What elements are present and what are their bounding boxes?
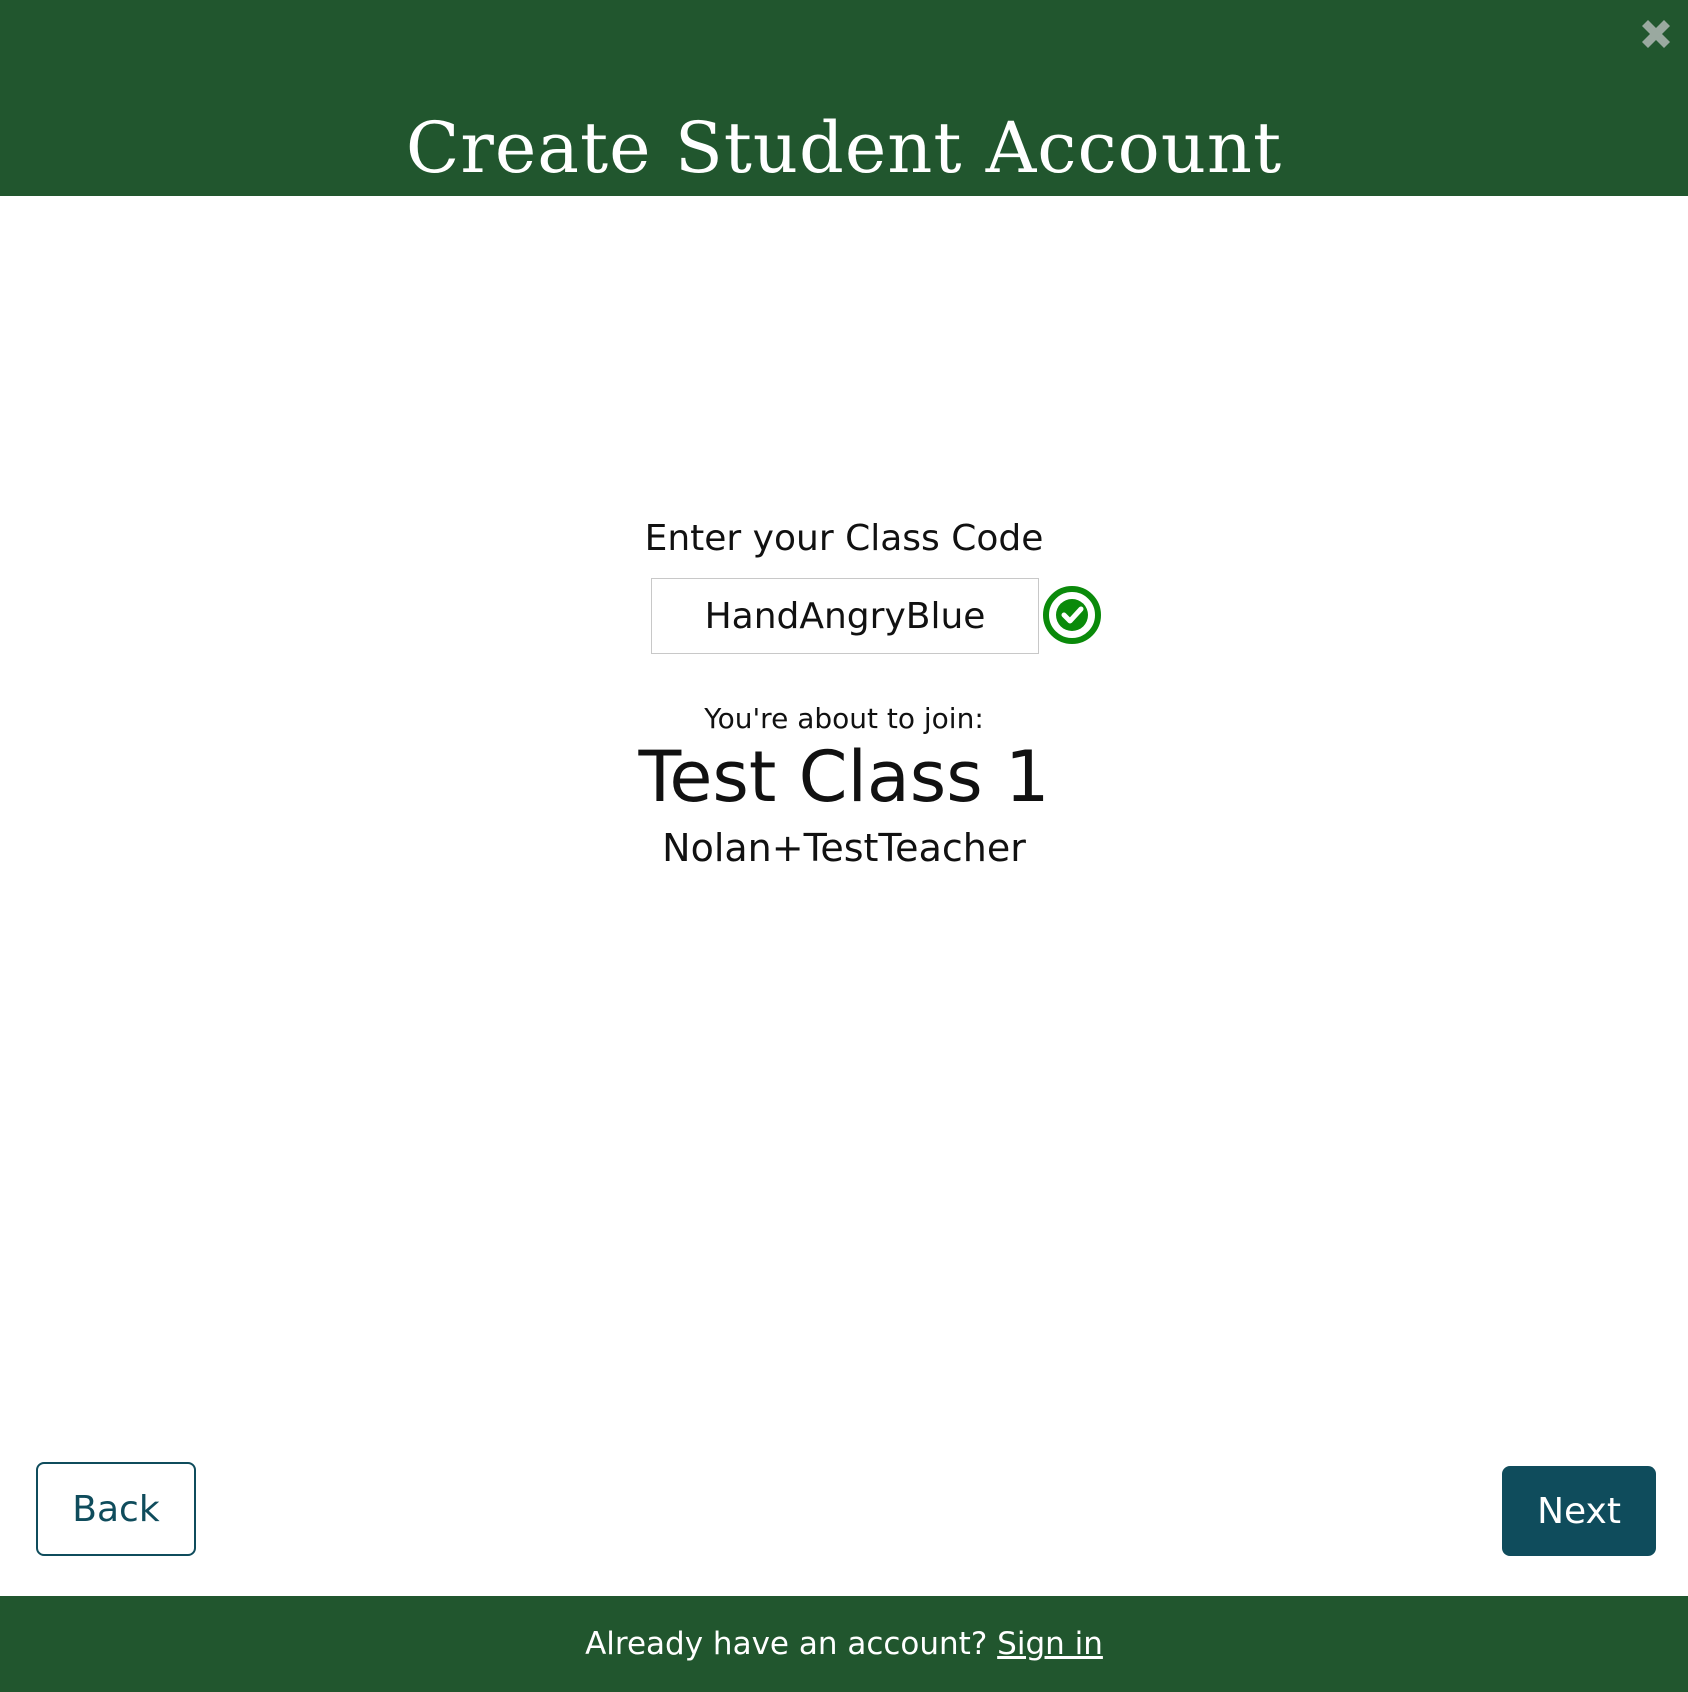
teacher-name: Nolan+TestTeacher (662, 826, 1026, 870)
modal-footer: Already have an account? Sign in (0, 1596, 1688, 1692)
join-prompt: You're about to join: (704, 702, 984, 735)
class-code-valid-indicator (1041, 584, 1103, 646)
sign-in-link[interactable]: Sign in (997, 1626, 1103, 1662)
footer-text: Already have an account? Sign in (0, 1596, 1688, 1692)
page-title: Create Student Account (405, 107, 1283, 189)
modal-header: Create Student Account (0, 0, 1688, 196)
close-x-icon (1642, 20, 1670, 48)
back-button[interactable]: Back (36, 1462, 196, 1556)
class-name: Test Class 1 (638, 736, 1050, 818)
close-button[interactable] (1636, 14, 1676, 54)
create-account-modal: Create Student Account Enter your Class … (0, 0, 1688, 1692)
footer-prompt: Already have an account? (585, 1626, 988, 1662)
check-circle-icon (1043, 586, 1101, 644)
class-code-label: Enter your Class Code (644, 518, 1044, 559)
class-code-input[interactable] (651, 578, 1039, 654)
next-button[interactable]: Next (1502, 1466, 1656, 1556)
